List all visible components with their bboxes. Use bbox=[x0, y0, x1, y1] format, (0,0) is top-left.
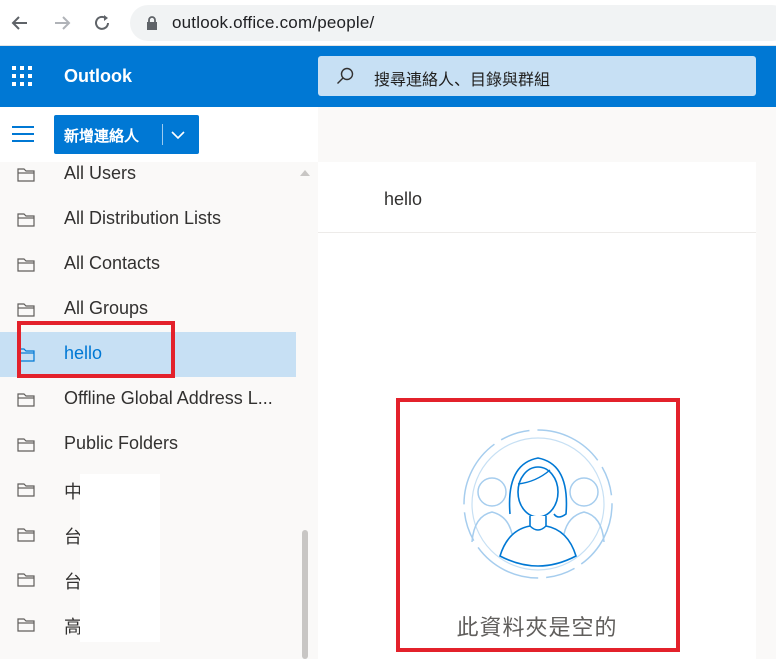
folder-icon bbox=[17, 438, 35, 452]
folder-icon bbox=[17, 573, 35, 587]
annotation-box-selected-folder bbox=[17, 321, 175, 378]
search-icon bbox=[337, 67, 354, 84]
search-placeholder: 搜尋連絡人、目錄與群組 bbox=[374, 70, 551, 89]
back-button[interactable] bbox=[6, 9, 34, 37]
chevron-down-icon[interactable] bbox=[170, 127, 186, 143]
reload-icon bbox=[95, 15, 109, 30]
folder-icon bbox=[17, 528, 35, 542]
reload-button[interactable] bbox=[88, 9, 116, 37]
hamburger-menu-icon[interactable] bbox=[12, 126, 34, 142]
folder-icon bbox=[17, 393, 35, 407]
forward-button[interactable] bbox=[48, 9, 76, 37]
command-bar: 新增連絡人 bbox=[0, 107, 776, 162]
pane-gutter bbox=[756, 162, 776, 659]
folder-title: hello bbox=[384, 189, 423, 209]
scrollbar-thumb[interactable] bbox=[302, 530, 308, 659]
folder-item[interactable]: All Users bbox=[0, 162, 296, 197]
folder-item[interactable]: Offline Global Address L... bbox=[0, 377, 296, 422]
forward-arrow-icon bbox=[55, 16, 71, 30]
app-launcher-icon[interactable] bbox=[12, 66, 34, 88]
folder-label: All Users bbox=[64, 163, 137, 183]
folder-item[interactable]: All Distribution Lists bbox=[0, 197, 296, 242]
search-box[interactable]: 搜尋連絡人、目錄與群組 bbox=[318, 56, 756, 96]
folder-item[interactable]: Public Folders bbox=[0, 422, 296, 467]
folder-pane: All Users All Distribution Lists All Conta… bbox=[0, 162, 318, 659]
folder-icon bbox=[17, 483, 35, 497]
folder-label: All Groups bbox=[64, 298, 149, 318]
address-bar[interactable]: outlook.office.com/people/ bbox=[130, 5, 776, 41]
folder-label: Public Folders bbox=[64, 433, 179, 453]
command-bar-right bbox=[318, 107, 776, 162]
folder-icon bbox=[17, 258, 35, 272]
divider bbox=[318, 232, 756, 233]
folder-label: All Distribution Lists bbox=[64, 208, 222, 228]
app-header: Outlook 搜尋連絡人、目錄與群組 bbox=[0, 46, 776, 107]
folder-label: Offline Global Address L... bbox=[64, 388, 273, 408]
folder-icon bbox=[17, 303, 35, 317]
split-divider bbox=[162, 124, 163, 145]
new-contact-button[interactable]: 新增連絡人 bbox=[54, 115, 199, 154]
folder-icon bbox=[17, 213, 35, 227]
annotation-box-empty-state bbox=[396, 398, 680, 652]
redacted-area bbox=[80, 474, 160, 642]
back-arrow-icon bbox=[11, 16, 27, 30]
new-contact-label: 新增連絡人 bbox=[64, 127, 140, 145]
url-text: outlook.office.com/people/ bbox=[172, 13, 375, 32]
lock-icon bbox=[147, 16, 157, 30]
scroll-up-icon[interactable] bbox=[300, 170, 310, 176]
folder-label: All Contacts bbox=[64, 253, 161, 273]
folder-item[interactable]: All Contacts bbox=[0, 242, 296, 287]
app-title[interactable]: Outlook bbox=[64, 66, 132, 87]
browser-toolbar: outlook.office.com/people/ bbox=[0, 0, 776, 46]
folder-icon bbox=[17, 618, 35, 632]
folder-icon bbox=[17, 168, 35, 182]
